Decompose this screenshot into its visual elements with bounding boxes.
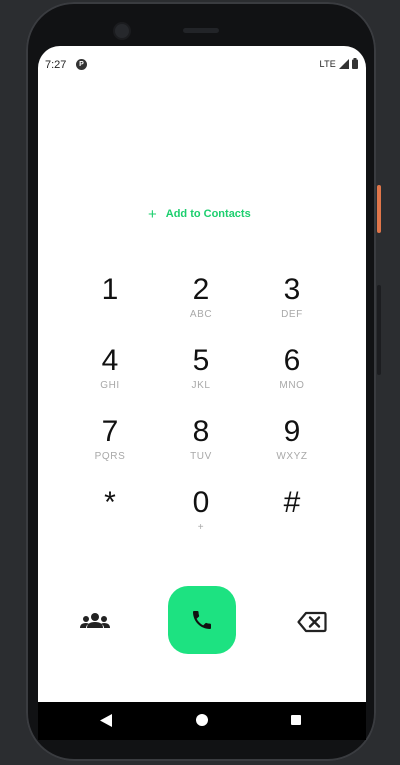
key-6[interactable]: 6 MNO bbox=[255, 343, 329, 403]
status-bar: 7:27 P LTE bbox=[38, 46, 366, 74]
key-4[interactable]: 4 GHI bbox=[73, 343, 147, 403]
plus-icon: + bbox=[148, 205, 157, 223]
key-digit: 2 bbox=[192, 273, 210, 306]
add-to-contacts-label: Add to Contacts bbox=[165, 208, 251, 220]
key-0[interactable]: 0 + bbox=[164, 485, 238, 545]
key-digit: 4 bbox=[101, 344, 119, 377]
recent-apps-icon[interactable] bbox=[291, 715, 301, 725]
key-letters: GHI bbox=[100, 380, 120, 391]
status-time: 7:27 bbox=[45, 59, 67, 71]
home-icon[interactable] bbox=[196, 714, 208, 726]
backspace-icon[interactable] bbox=[297, 611, 327, 633]
power-button[interactable] bbox=[377, 185, 381, 233]
key-9[interactable]: 9 WXYZ bbox=[255, 414, 329, 474]
key-digit: 9 bbox=[283, 415, 301, 448]
battery-icon bbox=[352, 58, 358, 69]
phone-icon bbox=[193, 611, 211, 629]
earpiece-speaker bbox=[183, 28, 219, 33]
key-digit: 3 bbox=[283, 273, 301, 306]
key-letters: TUV bbox=[190, 451, 212, 462]
key-letters: WXYZ bbox=[276, 451, 308, 462]
call-button[interactable] bbox=[168, 586, 236, 654]
phone-top-bezel bbox=[26, 2, 376, 48]
add-to-contacts-button[interactable]: + Add to Contacts bbox=[148, 205, 251, 223]
key-digit: 8 bbox=[192, 415, 210, 448]
key-7[interactable]: 7 PQRS bbox=[73, 414, 147, 474]
key-digit: 1 bbox=[101, 273, 119, 306]
key-2[interactable]: 2 ABC bbox=[164, 272, 238, 332]
dialer-screen: 7:27 P LTE + Add to Contacts 1 2 ABC 3 D… bbox=[38, 46, 366, 702]
key-8[interactable]: 8 TUV bbox=[164, 414, 238, 474]
key-1[interactable]: 1 bbox=[73, 272, 147, 332]
back-icon[interactable] bbox=[100, 714, 112, 727]
signal-icon bbox=[339, 58, 349, 69]
key-letters: ABC bbox=[189, 309, 213, 320]
key-digit: # bbox=[283, 486, 301, 519]
key-letters: PQRS bbox=[94, 451, 126, 462]
navigation-bar bbox=[38, 702, 366, 740]
key-3[interactable]: 3 DEF bbox=[255, 272, 329, 332]
key-hash[interactable]: # bbox=[255, 485, 329, 545]
key-star[interactable]: * bbox=[73, 485, 147, 545]
key-5[interactable]: 5 JKL bbox=[164, 343, 238, 403]
key-letters: + bbox=[197, 522, 205, 533]
status-indicators: LTE bbox=[320, 58, 358, 69]
key-digit: 6 bbox=[283, 344, 301, 377]
key-digit: 5 bbox=[192, 344, 210, 377]
app-notification-icon: P bbox=[76, 59, 87, 70]
front-camera bbox=[115, 24, 129, 38]
key-letters: DEF bbox=[281, 309, 303, 320]
key-digit: 0 bbox=[192, 486, 210, 519]
group-icon[interactable] bbox=[80, 612, 110, 632]
volume-button[interactable] bbox=[377, 285, 381, 375]
key-letters: MNO bbox=[279, 380, 305, 391]
key-letters: JKL bbox=[191, 380, 211, 391]
network-type: LTE bbox=[319, 58, 336, 69]
key-digit: * bbox=[104, 486, 116, 519]
key-digit: 7 bbox=[101, 415, 119, 448]
